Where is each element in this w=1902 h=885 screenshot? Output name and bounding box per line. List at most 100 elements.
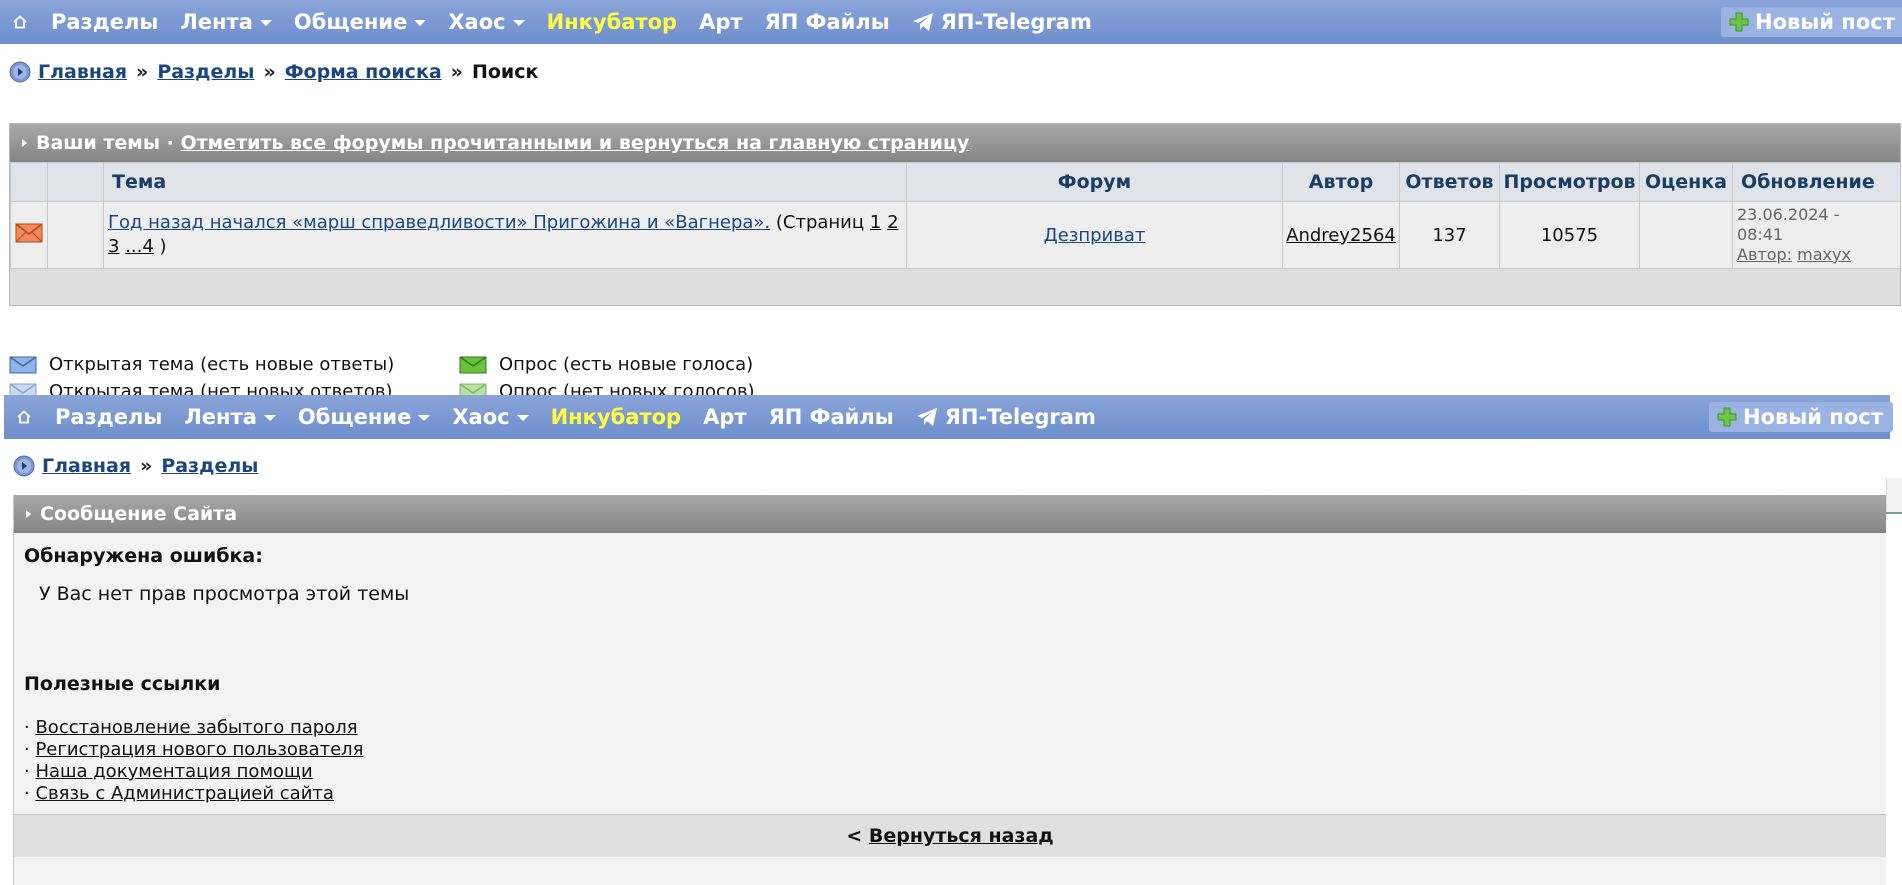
plus-icon: [1729, 12, 1749, 32]
restore-password-link[interactable]: Восстановление забытого пароля: [35, 717, 357, 738]
chevron-down-icon: [516, 415, 529, 421]
scrollbar[interactable]: [1886, 478, 1902, 514]
list-item: · Восстановление забытого пароля: [24, 717, 358, 738]
mark-all-read-link[interactable]: Отметить все форумы прочитанными и верну…: [180, 132, 969, 154]
nav-item-telegram[interactable]: ЯП-Telegram: [901, 10, 1103, 34]
nav-label: ЯП-Telegram: [940, 10, 1092, 34]
col-icon2: [47, 162, 104, 202]
updated-date: 23.06.2024 -: [1737, 205, 1840, 224]
breadcrumb-separator: »: [136, 61, 149, 83]
nav-item-files[interactable]: ЯП Файлы: [754, 10, 901, 34]
envelope-light-blue-icon: [9, 382, 37, 396]
plus-icon: [1717, 407, 1737, 427]
forum-cell: Дезприват: [906, 201, 1283, 269]
new-post-button[interactable]: Новый пост: [1709, 402, 1893, 432]
contact-admin-link[interactable]: Связь с Администрацией сайта: [35, 783, 333, 804]
page-link-4: 4: [142, 236, 154, 257]
author-link[interactable]: Andrey2564: [1286, 225, 1396, 246]
nav-item-files[interactable]: ЯП Файлы: [758, 405, 905, 429]
pages-prefix: (Страниц: [775, 212, 865, 233]
new-post-label: Новый пост: [1743, 405, 1883, 429]
envelope-light-green-icon: [459, 382, 487, 396]
legend-label: Открытая тема (нет новых ответов): [49, 381, 393, 396]
triangle-icon: [22, 139, 27, 147]
nav-item-incubator[interactable]: Инкубатор: [536, 10, 689, 34]
page-link-last[interactable]: ...4: [125, 236, 154, 257]
breadcrumb-home-link[interactable]: Главная: [38, 61, 127, 83]
nav-item-sections[interactable]: Разделы: [40, 10, 169, 34]
legend-poll-old: Опрос (нет новых голосов): [459, 381, 909, 396]
error-box: Сообщение Сайта Обнаружена ошибка: У Вас…: [13, 495, 1886, 885]
page-link-1[interactable]: 1: [870, 212, 881, 233]
col-icon: [10, 162, 48, 202]
topics-block: Ваши темы · Отметить все форумы прочитан…: [9, 123, 1901, 306]
nav-item-chaos[interactable]: Хаос: [437, 10, 535, 34]
scroll-marker: [1886, 512, 1902, 514]
breadcrumb-arrow-icon: [13, 455, 35, 477]
help-docs-link[interactable]: Наша документация помощи: [35, 761, 312, 782]
pages-ellipsis: ...: [125, 236, 143, 257]
register-link[interactable]: Регистрация нового пользователя: [35, 739, 363, 760]
nav-item-art[interactable]: Арт: [688, 10, 753, 34]
topic-cell: Год назад начался «марш справедливости» …: [103, 201, 907, 269]
nav-label: Общение: [297, 405, 412, 429]
list-item: · Регистрация нового пользователя: [24, 739, 364, 760]
topics-table: Тема Форум Автор Ответов Просмотров Оцен…: [10, 162, 1901, 269]
nav-label: ЯП-Telegram: [944, 405, 1096, 429]
breadcrumb-arrow-icon: [9, 61, 31, 83]
breadcrumb-search-form-link[interactable]: Форма поиска: [285, 61, 442, 83]
nav-label: ЯП Файлы: [764, 10, 890, 34]
breadcrumb-separator: »: [450, 61, 463, 83]
nav-item-art[interactable]: Арт: [692, 405, 757, 429]
nav-item-telegram[interactable]: ЯП-Telegram: [905, 405, 1107, 429]
replies-cell: 137: [1399, 201, 1500, 269]
error-header: Сообщение Сайта: [14, 495, 1886, 533]
nav-label: ЯП Файлы: [768, 405, 894, 429]
forum-link[interactable]: Дезприват: [1044, 225, 1146, 246]
new-post-button[interactable]: Новый пост: [1721, 7, 1902, 37]
nav-item-sections[interactable]: Разделы: [44, 405, 173, 429]
home-icon[interactable]: [0, 0, 40, 44]
page-link-2[interactable]: 2: [887, 212, 898, 233]
chevron-down-icon: [418, 415, 431, 421]
nav-item-chaos[interactable]: Хаос: [441, 405, 539, 429]
back-prefix: <: [846, 825, 863, 847]
nav-item-chat[interactable]: Общение: [283, 10, 437, 34]
nav-item-chat[interactable]: Общение: [287, 405, 441, 429]
nav-item-feed[interactable]: Лента: [173, 405, 287, 429]
legend-open-new: Открытая тема (есть новые ответы): [9, 354, 459, 375]
page-link-3[interactable]: 3: [108, 236, 119, 257]
nav-item-incubator[interactable]: Инкубатор: [540, 405, 693, 429]
nav-label: Хаос: [448, 10, 506, 34]
topic-link[interactable]: Год назад начался «марш справедливости» …: [108, 212, 770, 233]
updated-time: 08:41: [1737, 225, 1784, 244]
topics-header: Ваши темы · Отметить все форумы прочитан…: [10, 124, 1900, 162]
new-post-label: Новый пост: [1755, 10, 1895, 34]
home-icon[interactable]: [4, 395, 44, 439]
nav-label: Арт: [703, 405, 747, 429]
nav-item-feed[interactable]: Лента: [169, 10, 283, 34]
pages-suffix: ): [159, 236, 167, 257]
error-title: Сообщение Сайта: [40, 503, 238, 525]
breadcrumb-home-link[interactable]: Главная: [42, 455, 131, 477]
back-bar: < Вернуться назад: [14, 814, 1886, 857]
topics-title: Ваши темы ·: [36, 132, 174, 154]
topics-footer: [10, 269, 1900, 305]
col-rating: Оценка: [1639, 162, 1733, 202]
legend-label: Открытая тема (есть новые ответы): [49, 354, 395, 375]
nav-label: Разделы: [55, 405, 163, 429]
nav-label: Лента: [184, 405, 257, 429]
last-post-link[interactable]: Автор:: [1737, 245, 1792, 264]
updated-info: 23.06.2024 - 08:41 Автор: maxyx: [1734, 205, 1899, 265]
breadcrumb-sections-link[interactable]: Разделы: [161, 455, 258, 477]
nav-label: Инкубатор: [546, 10, 678, 34]
nav-label: Лента: [180, 10, 253, 34]
useful-links-title: Полезные ссылки: [24, 673, 221, 695]
go-back-link[interactable]: Вернуться назад: [869, 825, 1054, 847]
list-item: · Наша документация помощи: [24, 761, 313, 782]
col-replies: Ответов: [1399, 162, 1500, 202]
breadcrumb-sections-link[interactable]: Разделы: [157, 61, 254, 83]
updated-cell: 23.06.2024 - 08:41 Автор: maxyx: [1732, 201, 1901, 269]
last-poster-link[interactable]: maxyx: [1797, 245, 1851, 264]
topic-icon-cell: [47, 201, 104, 269]
